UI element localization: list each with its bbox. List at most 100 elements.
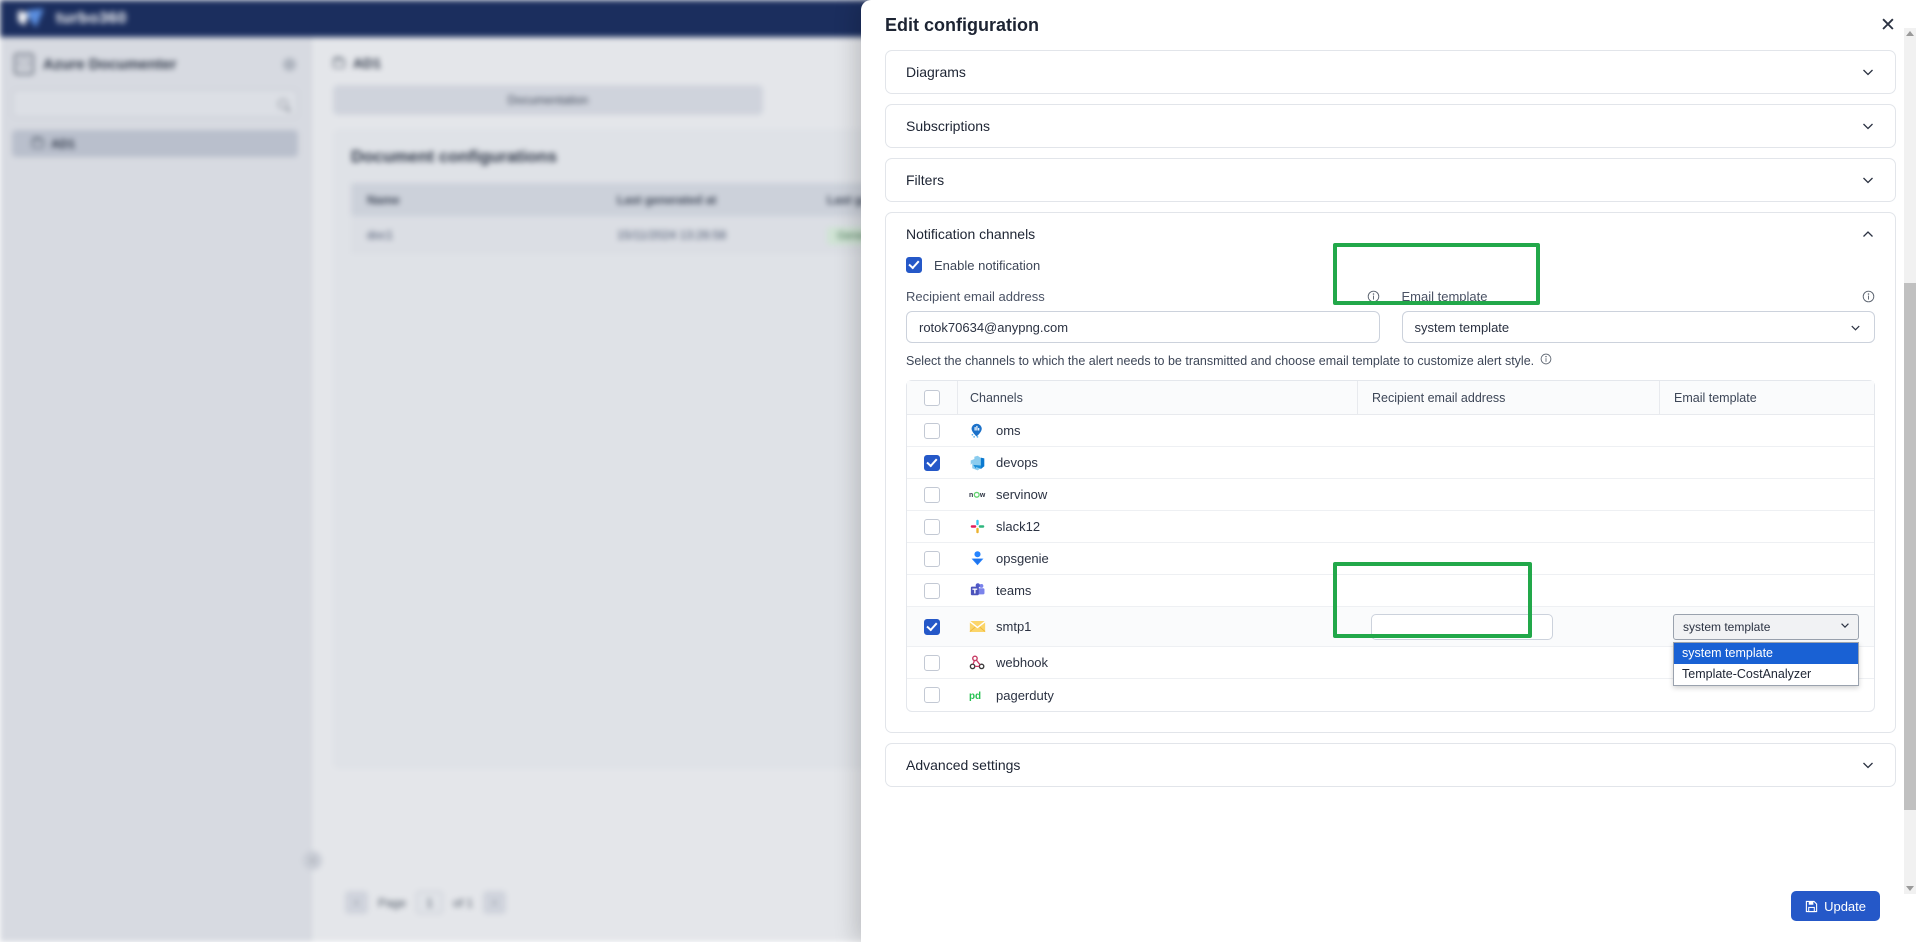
- chevron-down-icon: [1849, 321, 1862, 334]
- scrollbar-up-arrow-icon[interactable]: [1906, 31, 1914, 36]
- channel-name: slack12: [996, 519, 1041, 534]
- section-filters: Filters: [885, 158, 1896, 202]
- section-subscriptions-header[interactable]: Subscriptions: [886, 105, 1895, 147]
- row-checkbox[interactable]: [924, 454, 940, 471]
- update-button-label: Update: [1824, 898, 1866, 914]
- row-checkbox[interactable]: [924, 654, 940, 671]
- table-row[interactable]: slack12: [907, 511, 1874, 543]
- channel-cell: slack12: [957, 518, 1357, 535]
- table-row[interactable]: teams: [907, 575, 1874, 607]
- table-row[interactable]: devops: [907, 447, 1874, 479]
- email-template-label: Email template: [1401, 289, 1488, 304]
- channels-hint-text: Select the channels to which the alert n…: [906, 353, 1535, 368]
- recipient-email-input[interactable]: rotok70634@anypng.com: [906, 311, 1380, 343]
- row-checkbox[interactable]: [924, 422, 940, 439]
- select-all-cell: [907, 389, 957, 406]
- notification-channels-body: Enable notification Recipient email addr…: [886, 257, 1895, 732]
- email-template-select[interactable]: system template: [1401, 311, 1875, 343]
- search-icon: [278, 98, 288, 109]
- sidebar-item-ad1[interactable]: AD1: [12, 130, 298, 157]
- close-icon[interactable]: ✕: [1876, 13, 1900, 37]
- section-diagrams: Diagrams: [885, 50, 1896, 94]
- row-checkbox[interactable]: [924, 518, 940, 535]
- save-icon: [1805, 900, 1818, 912]
- row-checkbox[interactable]: [924, 582, 940, 599]
- row-checkbox-cell: [907, 518, 957, 535]
- section-label: Diagrams: [906, 64, 966, 80]
- opsgenie-icon: [971, 551, 984, 566]
- channel-name: pagerduty: [996, 687, 1054, 703]
- select-all-checkbox[interactable]: [924, 389, 940, 406]
- table-row[interactable]: n w servinow: [907, 479, 1874, 511]
- pagination: ‹ Page 1 of 1 ›: [345, 891, 507, 914]
- row-checkbox-cell: [907, 654, 957, 671]
- table-row[interactable]: opsgenie: [907, 543, 1874, 575]
- section-diagrams-header[interactable]: Diagrams: [886, 51, 1895, 93]
- brand-name: turbo360: [56, 9, 127, 27]
- row-checkbox-cell: [907, 618, 957, 635]
- email-template-label-row: Email template: [1402, 289, 1876, 304]
- folder-icon: [333, 56, 345, 68]
- documenter-icon: [14, 53, 34, 75]
- channels-table-header: Channels Recipient email address Email t…: [907, 380, 1874, 415]
- section-label: Filters: [906, 172, 945, 188]
- channel-cell: opsgenie: [957, 550, 1357, 567]
- table-row[interactable]: smtp1 system template system template Te…: [907, 607, 1874, 686]
- pagination-page-input[interactable]: 1: [416, 891, 444, 914]
- scrollbar-down-arrow-icon[interactable]: [1906, 886, 1914, 891]
- row-checkbox[interactable]: [924, 687, 940, 703]
- row-checkbox[interactable]: [924, 550, 940, 567]
- modal-scrollbar-thumb[interactable]: [1904, 283, 1916, 810]
- sidebar-search-input[interactable]: [12, 89, 298, 118]
- row-email-template-select[interactable]: system template: [1673, 613, 1859, 640]
- channel-name: oms: [996, 423, 1021, 438]
- tab-documentation[interactable]: Documentation: [333, 85, 763, 115]
- info-icon[interactable]: [1367, 290, 1380, 303]
- cell-name: doc1: [367, 228, 394, 242]
- recipient-cell: [1357, 613, 1659, 640]
- info-icon[interactable]: [1862, 290, 1875, 303]
- cell-last-generated-at: 15/11/2024 13:26:58: [617, 228, 727, 242]
- breadcrumb-label: AD1: [353, 55, 382, 71]
- pagination-next-button[interactable]: ›: [483, 891, 507, 914]
- modal-header: Edit configuration ✕: [861, 0, 1920, 50]
- chevron-down-icon: [1861, 758, 1875, 772]
- row-checkbox[interactable]: [924, 486, 940, 503]
- row-checkbox-cell: [907, 687, 957, 703]
- row-checkbox[interactable]: [924, 618, 940, 635]
- slack-icon: [970, 519, 985, 534]
- devops-icon: [970, 455, 985, 471]
- recipient-email-label-row: Recipient email address: [906, 289, 1380, 304]
- section-subscriptions: Subscriptions: [885, 104, 1896, 148]
- dropdown-option-template-costanalyzer[interactable]: Template-CostAnalyzer: [1674, 664, 1858, 685]
- row-checkbox-cell: [907, 422, 957, 439]
- enable-notification-checkbox[interactable]: [906, 257, 922, 273]
- channel-name: webhook: [996, 655, 1049, 670]
- section-advanced-settings-header[interactable]: Advanced settings: [886, 744, 1895, 786]
- column-header-last-generated-at: Last generated at: [617, 192, 717, 207]
- sidebar-title: Azure Documenter: [43, 55, 177, 73]
- table-row[interactable]: oms: [907, 415, 1874, 447]
- chevron-down-icon: [1861, 173, 1875, 187]
- section-label: Advanced settings: [906, 757, 1021, 773]
- app-sidebar: Azure Documenter AD1: [0, 37, 311, 942]
- column-header-name[interactable]: Name: [351, 193, 601, 207]
- channel-cell: devops: [957, 454, 1357, 471]
- dropdown-option-system-template[interactable]: system template: [1674, 642, 1858, 664]
- section-filters-header[interactable]: Filters: [886, 159, 1895, 201]
- row-checkbox-cell: [907, 486, 957, 503]
- channel-cell: n w servinow: [957, 486, 1357, 503]
- row-checkbox-cell: [907, 550, 957, 567]
- update-button[interactable]: Update: [1791, 891, 1880, 921]
- pagination-prev-button[interactable]: ‹: [345, 891, 368, 914]
- channels-table: Channels Recipient email address Email t…: [906, 380, 1875, 712]
- pagerduty-icon: pd: [969, 691, 981, 702]
- section-notification-channels-header[interactable]: Notification channels: [886, 213, 1895, 255]
- edit-configuration-modal: Edit configuration ✕ Diagrams Subscripti…: [861, 0, 1920, 942]
- chevron-down-icon: [1839, 619, 1851, 634]
- email-template-dropdown-list: system template Template-CostAnalyzer: [1673, 641, 1859, 686]
- info-icon[interactable]: [1540, 353, 1552, 368]
- webhook-icon: [969, 655, 985, 670]
- sidebar-collapse-handle[interactable]: ‹: [303, 851, 322, 870]
- row-recipient-email-input[interactable]: [1371, 613, 1553, 640]
